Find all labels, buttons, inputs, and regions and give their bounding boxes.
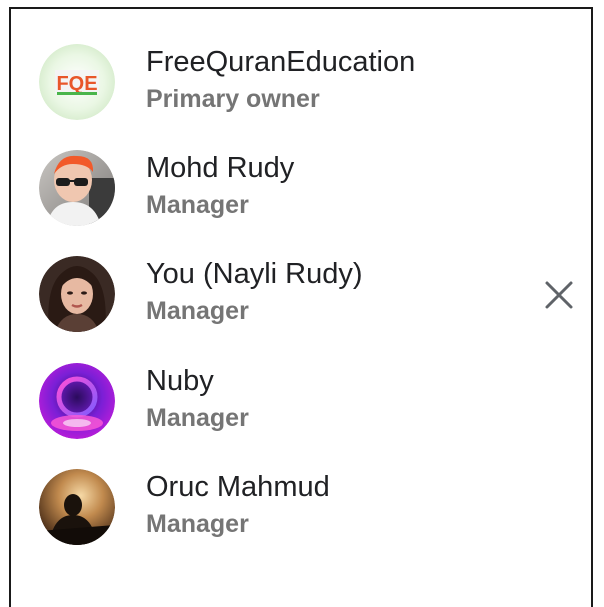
neon-ring-avatar bbox=[39, 363, 115, 439]
member-row-nuby[interactable]: Nuby Manager bbox=[11, 363, 591, 469]
member-row-oruc-mahmud[interactable]: Oruc Mahmud Manager bbox=[11, 469, 591, 575]
member-row-mohd-rudy[interactable]: Mohd Rudy Manager bbox=[11, 150, 591, 256]
member-role: Manager bbox=[146, 510, 249, 538]
fqe-logo-text: FQE bbox=[56, 73, 97, 95]
member-name: Nuby bbox=[146, 365, 214, 397]
person-with-sunglasses-avatar bbox=[39, 150, 115, 226]
silhouette-sunset-avatar bbox=[39, 469, 115, 545]
member-role: Manager bbox=[146, 404, 249, 432]
member-name: Mohd Rudy bbox=[146, 152, 295, 184]
close-icon bbox=[545, 281, 573, 309]
member-role: Manager bbox=[146, 297, 249, 325]
member-row-freequraneducation[interactable]: FQE FreeQuranEducation Primary owner bbox=[11, 44, 591, 150]
member-name: FreeQuranEducation bbox=[146, 46, 416, 78]
woman-portrait-avatar bbox=[39, 256, 115, 332]
fqe-logo-icon: FQE bbox=[39, 44, 115, 120]
members-panel: FQE FreeQuranEducation Primary owner Moh… bbox=[9, 7, 593, 607]
member-role: Primary owner bbox=[146, 85, 320, 113]
member-name: Oruc Mahmud bbox=[146, 471, 330, 503]
member-role: Manager bbox=[146, 191, 249, 219]
member-name: You (Nayli Rudy) bbox=[146, 258, 363, 290]
remove-member-button[interactable] bbox=[535, 271, 583, 319]
member-row-nayli-rudy[interactable]: You (Nayli Rudy) Manager bbox=[11, 256, 591, 362]
